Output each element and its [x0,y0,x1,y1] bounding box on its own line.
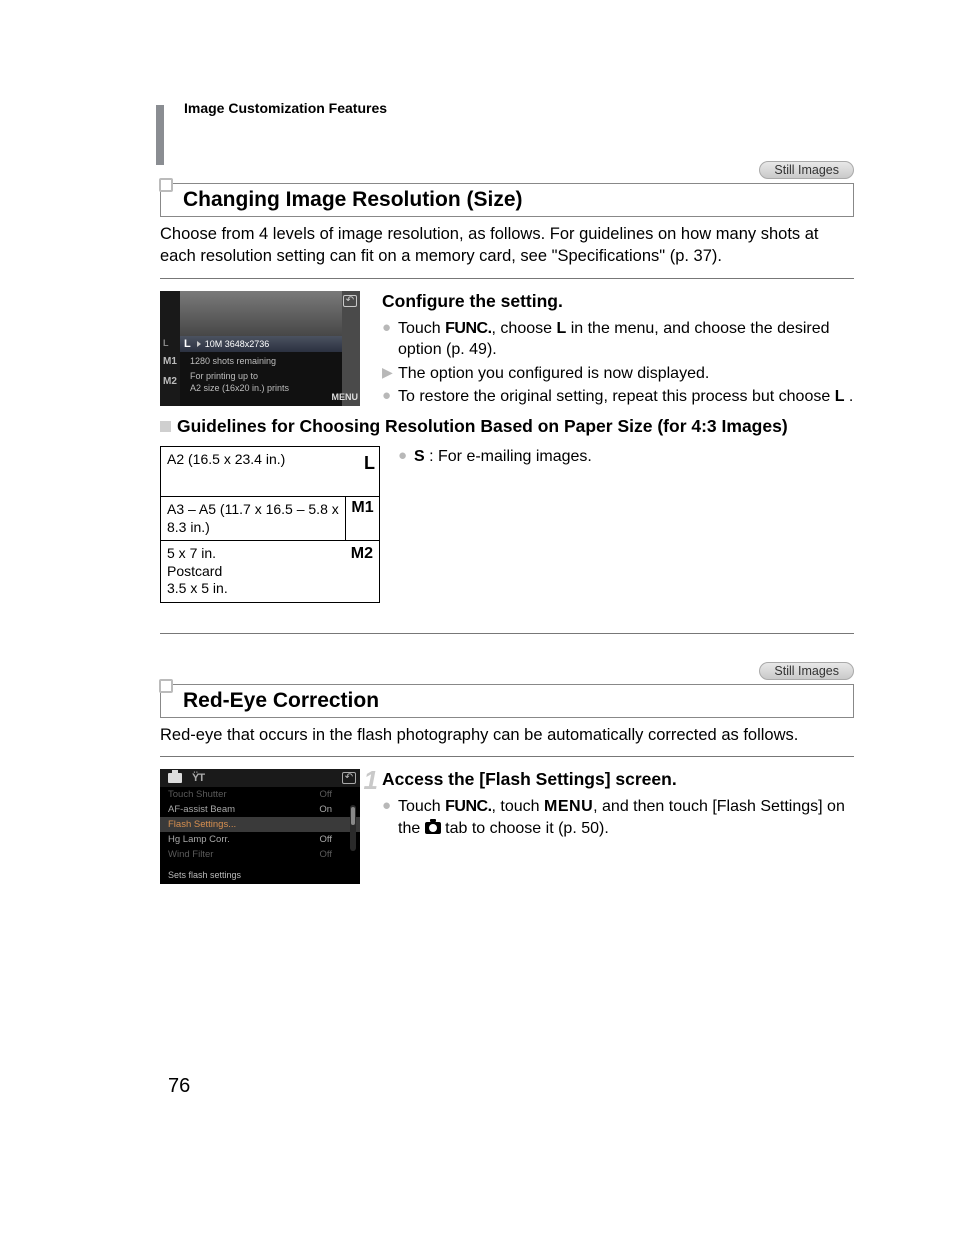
hint-line-2: A2 size (16x20 in.) prints [190,383,340,393]
section-title-bar-resolution: Changing Image Resolution (Size) [160,183,854,217]
resolution-badge-m2: M2 [163,376,177,387]
menu-row-flash-settings: Flash Settings... [160,817,360,832]
camera-lcd-menu: ŸT ↶ Touch ShutterOff AF-assist BeamOn F… [160,769,360,884]
bullet-icon: ● [382,796,398,839]
camera-tab-icon [168,773,182,783]
l-glyph-icon: L [835,388,845,405]
scrollbar [350,805,356,851]
func-label: FUNC. [445,320,491,337]
table-row: A2 (16.5 x 23.4 in.) L [161,447,379,498]
section-flag-icon [159,178,173,192]
func-label: FUNC. [445,798,491,815]
menu-row-af-assist: AF-assist BeamOn [160,802,360,817]
side-tab [156,105,164,165]
s-glyph-icon: S [414,448,425,465]
paper-size-table: A2 (16.5 x 23.4 in.) L A3 – A5 (11.7 x 1… [160,446,380,603]
section-title: Changing Image Resolution (Size) [183,188,845,212]
breadcrumb: Image Customization Features [184,100,854,116]
configure-line-2: The option you configured is now display… [398,363,709,385]
section-flag-icon [159,679,173,693]
tools-tab-icon: ŸT [192,772,204,784]
intro-paragraph: Choose from 4 levels of image resolution… [160,223,854,268]
square-bullet-icon [160,421,171,432]
resolution-badge-l: L [364,451,375,474]
page-number: 76 [168,1075,190,1098]
divider [160,633,854,634]
configure-line-1: Touch FUNC., choose L in the menu, and c… [398,318,854,361]
resolution-badge-m1: M1 [163,356,177,367]
step-instruction: Touch FUNC., touch MENU, and then touch … [398,796,854,839]
menu-hint: Sets flash settings [168,870,241,880]
section-title-bar-redeye: Red-Eye Correction [160,684,854,718]
section-title: Red-Eye Correction [183,689,845,713]
back-icon: ↶ [342,772,356,784]
resolution-badge-m1: M1 [345,497,379,540]
s-note: S : For e-mailing images. [414,446,592,468]
category-pill: Still Images [759,161,854,179]
paper-size-5x7: 5 x 7 in. Postcard 3.5 x 5 in. [161,541,379,602]
guidelines-heading: Guidelines for Choosing Resolution Based… [177,416,788,438]
divider [160,756,854,757]
bullet-icon: ● [382,386,398,408]
divider [160,278,854,279]
step-number: 1 [356,765,378,796]
shots-remaining: 1280 shots remaining [190,356,340,366]
menu-row-hg-lamp: Hg Lamp Corr.Off [160,832,360,847]
intro-paragraph: Red-eye that occurs in the flash photogr… [160,724,854,746]
table-row: A3 – A5 (11.7 x 16.5 – 5.8 x 8.3 in.) M1 [161,497,379,541]
resolution-badge-l: L [184,338,191,350]
hint-line-1: For printing up to [190,371,340,381]
menu-row-touch-shutter: Touch ShutterOff [160,787,360,802]
menu-icon: MENU [332,392,359,402]
resolution-value: 10M 3648x2736 [205,339,270,349]
configure-line-3: To restore the original setting, repeat … [398,386,853,408]
page-content: Image Customization Features Still Image… [0,0,954,884]
bullet-icon: ● [398,446,414,468]
menu-row-wind-filter: Wind FilterOff [160,847,360,862]
l-glyph-icon: L [556,320,566,337]
camera-lcd-resolution: ↶ L L 10M 3648x2736 M1 1280 shots remain… [160,291,360,406]
configure-heading: Configure the setting. [382,291,854,312]
arrow-icon: ▶ [382,363,398,385]
resolution-badge-m2: M2 [351,543,373,563]
camera-icon [425,822,441,834]
menu-label: MENU [544,798,593,815]
paper-size-a2: A2 (16.5 x 23.4 in.) [161,447,379,497]
paper-size-a3a5: A3 – A5 (11.7 x 16.5 – 5.8 x 8.3 in.) [161,497,345,540]
table-row: 5 x 7 in. Postcard 3.5 x 5 in. M2 [161,541,379,602]
category-pill: Still Images [759,662,854,680]
step-heading: Access the [Flash Settings] screen. [382,769,854,790]
bullet-icon: ● [382,318,398,361]
back-icon: ↶ [343,295,357,307]
